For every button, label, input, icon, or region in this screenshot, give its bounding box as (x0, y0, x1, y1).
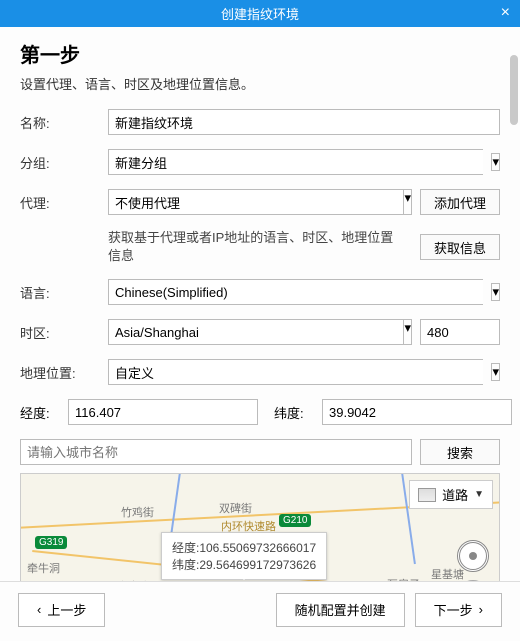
map-label: 双碑街 (219, 500, 252, 516)
geo-mode-select[interactable]: 自定义 (108, 359, 483, 385)
longitude-input[interactable] (68, 399, 258, 425)
map-label: 竹鸡街 (121, 504, 154, 520)
get-info-button[interactable]: 获取信息 (420, 234, 500, 260)
step-subtitle: 设置代理、语言、时区及地理位置信息。 (20, 74, 500, 93)
proxy-hint-text: 获取基于代理或者IP地址的语言、时区、地理位置信息 (108, 229, 412, 265)
name-input[interactable] (108, 109, 500, 135)
add-proxy-button[interactable]: 添加代理 (420, 189, 500, 215)
chevron-down-icon[interactable] (491, 153, 500, 171)
chevron-down-icon[interactable] (403, 319, 412, 345)
city-search-input[interactable] (20, 439, 412, 465)
language-select[interactable]: Chinese(Simplified) (108, 279, 483, 305)
scrollbar-thumb[interactable] (510, 55, 518, 125)
title-bar: 创建指纹环境 × (0, 0, 520, 27)
map-canvas[interactable]: 竹鸡街 双碑街 蚂蝗梁 渝中区 牵牛洞 小岩头 瓦房子 星基塘 内环快速路 G2… (20, 473, 500, 581)
random-create-button[interactable]: 随机配置并创建 (276, 593, 405, 627)
chevron-down-icon: ▼ (474, 489, 484, 500)
map-label: 瓦房子 (387, 576, 420, 581)
chevron-right-icon: › (479, 602, 483, 617)
chevron-down-icon[interactable] (403, 189, 412, 215)
close-icon[interactable]: × (501, 4, 510, 22)
highway-shield: G319 (35, 536, 67, 549)
dialog-title: 创建指纹环境 (221, 4, 299, 23)
map-label: 小岩头 (117, 578, 150, 581)
timezone-select[interactable]: Asia/Shanghai (108, 319, 403, 345)
highway-shield: G210 (279, 514, 311, 527)
latitude-label: 纬度: (274, 403, 314, 422)
search-button[interactable]: 搜索 (420, 439, 500, 465)
timezone-label: 时区: (20, 323, 108, 342)
longitude-label: 经度: (20, 403, 60, 422)
prev-step-button[interactable]: ‹ 上一步 (18, 593, 105, 627)
geo-label: 地理位置: (20, 363, 108, 382)
step-title: 第一步 (20, 39, 500, 68)
form: 名称: 分组: 新建分组 代理: 不使用代理 添加代理 (20, 109, 500, 581)
proxy-label: 代理: (20, 193, 108, 212)
locate-me-icon[interactable] (457, 540, 489, 572)
chevron-down-icon[interactable] (491, 363, 500, 381)
map-type-control[interactable]: 道路 ▼ (409, 480, 493, 509)
chevron-left-icon: ‹ (37, 602, 41, 617)
latitude-input[interactable] (322, 399, 512, 425)
proxy-select[interactable]: 不使用代理 (108, 189, 403, 215)
footer: ‹ 上一步 随机配置并创建 下一步 › (0, 581, 520, 637)
language-label: 语言: (20, 283, 108, 302)
chevron-down-icon[interactable] (491, 283, 500, 301)
timezone-offset-input[interactable] (420, 319, 500, 345)
group-select[interactable]: 新建分组 (108, 149, 483, 175)
map-tooltip: 经度:106.55069732666017 纬度:29.564699172973… (161, 532, 327, 580)
maptype-thumb-icon (418, 488, 436, 502)
next-step-button[interactable]: 下一步 › (415, 593, 502, 627)
group-label: 分组: (20, 153, 108, 172)
name-label: 名称: (20, 113, 108, 132)
map-label: 牵牛洞 (27, 560, 60, 576)
map-label: 星基塘 (431, 566, 464, 581)
content-area: 第一步 设置代理、语言、时区及地理位置信息。 名称: 分组: 新建分组 代理: … (0, 27, 520, 581)
